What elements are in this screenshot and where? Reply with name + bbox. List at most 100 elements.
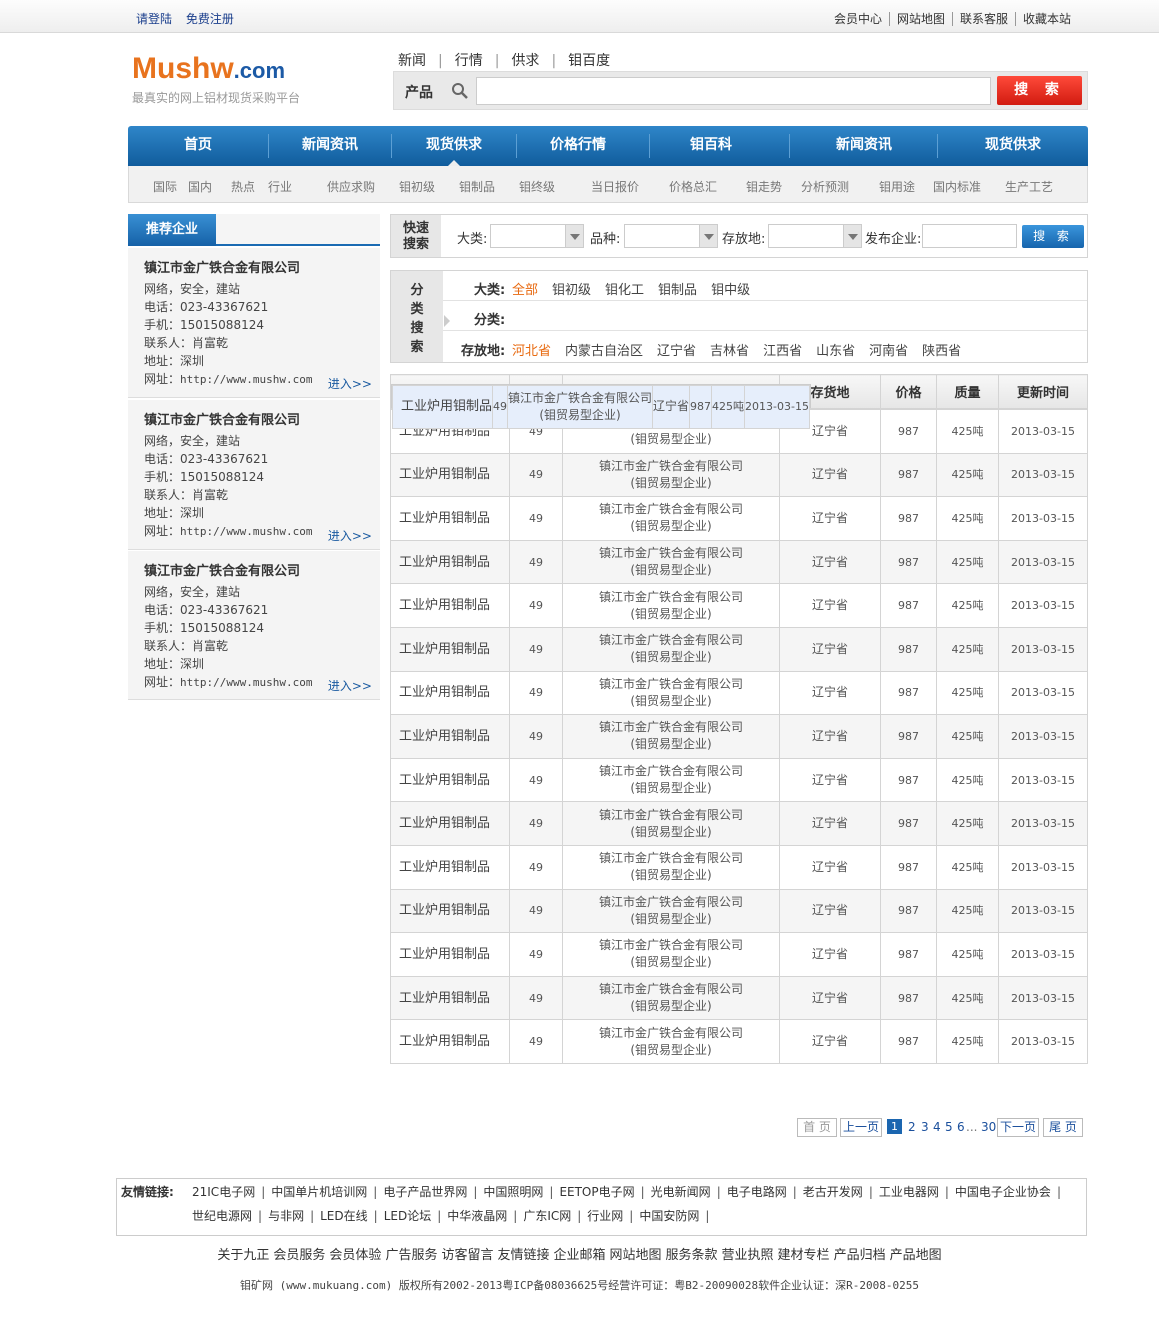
search-button[interactable]: 搜 索 (997, 76, 1082, 105)
search-tab-market[interactable]: 行情 (455, 53, 495, 69)
variety-select[interactable] (624, 224, 718, 248)
company-name[interactable]: 镇江市金广铁合金有限公司 (563, 763, 779, 780)
cell-name[interactable]: 工业炉用钼制品 (390, 932, 510, 977)
friend-link[interactable]: 中国照明网 (477, 1185, 549, 1199)
cell-company[interactable]: 镇江市金广铁合金有限公司(钼贸易型企业) (562, 714, 780, 759)
subnav-item[interactable]: 价格总汇 (669, 178, 717, 195)
cell-name[interactable]: 工业炉用钼制品 (390, 583, 510, 628)
prev-page-button[interactable]: 上一页 (840, 1118, 882, 1137)
nav-item-price[interactable]: 价格行情 (517, 126, 639, 166)
friend-link[interactable]: 工业电器网 (873, 1185, 945, 1199)
table-row[interactable]: 工业炉用钼制品49镇江市金广铁合金有限公司(钼贸易型企业)辽宁省987425吨2… (390, 801, 1088, 846)
major-option[interactable]: 钼初级 (552, 283, 591, 298)
location-option[interactable]: 河南省 (869, 344, 908, 359)
subnav-item[interactable]: 生产工艺 (1005, 178, 1053, 195)
table-row[interactable]: 工业炉用钼制品49镇江市金广铁合金有限公司(钼贸易型企业)辽宁省987425吨2… (390, 452, 1088, 498)
friend-link[interactable]: LED在线 (314, 1209, 374, 1223)
table-row[interactable]: 工业炉用钼制品49镇江市金广铁合金有限公司(钼贸易型企业)辽宁省987425吨2… (390, 888, 1088, 934)
page-link[interactable]: 4 (933, 1120, 941, 1134)
subnav-item[interactable]: 钼走势 (746, 178, 782, 195)
search-tab-news[interactable]: 新闻 (398, 53, 438, 69)
cell-name[interactable]: 工业炉用钼制品 (390, 844, 510, 890)
company-name[interactable]: 镇江市金广铁合金有限公司 (563, 937, 779, 954)
contact-service-link[interactable]: 联系客服 (951, 12, 1015, 26)
first-page-button[interactable]: 首 页 (797, 1118, 837, 1137)
page-link[interactable]: 6 (957, 1120, 965, 1134)
footer-link[interactable]: 会员体验 (329, 1248, 381, 1263)
major-option[interactable]: 钼化工 (605, 283, 644, 298)
footer-link[interactable]: 会员服务 (273, 1248, 325, 1263)
page-link[interactable]: 3 (921, 1120, 929, 1134)
table-row[interactable]: 工业炉用钼制品49镇江市金广铁合金有限公司(钼贸易型企业)辽宁省987425吨2… (390, 844, 1088, 890)
cell-name[interactable]: 工业炉用钼制品 (390, 670, 510, 716)
cell-company[interactable]: 镇江市金广铁合金有限公司(钼贸易型企业) (562, 975, 780, 1021)
nav-item-wiki[interactable]: 钼百科 (650, 126, 772, 166)
friend-link[interactable]: 行业网 (581, 1209, 629, 1223)
category-select[interactable] (490, 224, 584, 248)
nav-item-spot-supply-2[interactable]: 现货供求 (938, 126, 1088, 166)
sitemap-link[interactable]: 网站地图 (888, 12, 952, 26)
cell-company[interactable]: 镇江市金广铁合金有限公司(钼贸易型企业) (507, 384, 654, 430)
subnav-item[interactable]: 热点 (231, 178, 255, 195)
enter-link[interactable]: 进入>> (328, 375, 372, 393)
cell-name[interactable]: 工业炉用钼制品 (390, 496, 510, 541)
cell-company[interactable]: 镇江市金广铁合金有限公司(钼贸易型企业) (562, 626, 780, 672)
company-name[interactable]: 镇江市金广铁合金有限公司 (563, 719, 779, 736)
major-option[interactable]: 全部 (512, 283, 538, 298)
cell-company[interactable]: 镇江市金广铁合金有限公司(钼贸易型企业) (562, 932, 780, 977)
subnav-item[interactable]: 国内 (188, 178, 212, 195)
cell-company[interactable]: 镇江市金广铁合金有限公司(钼贸易型企业) (562, 670, 780, 716)
friend-link[interactable]: 光电新闻网 (645, 1185, 717, 1199)
company-name[interactable]: 镇江市金广铁合金有限公司 (563, 850, 779, 867)
company-name[interactable]: 镇江市金广铁合金有限公司 (144, 260, 380, 278)
footer-link[interactable]: 企业邮箱 (553, 1248, 605, 1263)
cell-company[interactable]: 镇江市金广铁合金有限公司(钼贸易型企业) (562, 583, 780, 628)
subnav-item[interactable]: 国际 (153, 178, 177, 195)
company-name[interactable]: 镇江市金广铁合金有限公司 (563, 981, 779, 998)
cell-name[interactable]: 工业炉用钼制品 (390, 757, 510, 803)
footer-link[interactable]: 广告服务 (385, 1248, 437, 1263)
footer-link[interactable]: 服务条款 (666, 1248, 718, 1263)
friend-link[interactable]: 中国安防网 (633, 1209, 705, 1223)
search-tab-supply[interactable]: 供求 (511, 53, 551, 69)
bookmark-link[interactable]: 收藏本站 (1014, 12, 1078, 26)
cell-name[interactable]: 工业炉用钼制品 (390, 975, 510, 1021)
cell-company[interactable]: 镇江市金广铁合金有限公司(钼贸易型企业) (562, 539, 780, 585)
friend-link[interactable]: LED论坛 (378, 1209, 438, 1223)
company-name[interactable]: 镇江市金广铁合金有限公司 (508, 390, 652, 407)
site-logo[interactable]: Mushw.com 最真实的网上铝材现货采购平台 (132, 54, 300, 106)
subnav-item[interactable]: 分析预测 (801, 178, 849, 195)
quick-search-button[interactable]: 搜 索 (1022, 225, 1084, 248)
cell-name[interactable]: 工业炉用钼制品 (390, 626, 510, 672)
register-link[interactable]: 免费注册 (186, 12, 234, 26)
footer-link[interactable]: 关于九正 (217, 1248, 269, 1263)
cell-name[interactable]: 工业炉用钼制品 (390, 888, 510, 934)
cell-company[interactable]: 镇江市金广铁合金有限公司(钼贸易型企业) (562, 888, 780, 934)
company-name[interactable]: 镇江市金广铁合金有限公司 (563, 1025, 779, 1042)
nav-item-spot-supply[interactable]: 现货供求 (392, 126, 516, 166)
subnav-item[interactable]: 钼制品 (459, 178, 495, 195)
table-row[interactable]: 工业炉用钼制品49镇江市金广铁合金有限公司(钼贸易型企业)辽宁省987425吨2… (390, 626, 1088, 672)
subnav-item[interactable]: 钼用途 (879, 178, 915, 195)
location-select[interactable] (768, 224, 862, 248)
company-name[interactable]: 镇江市金广铁合金有限公司 (563, 458, 779, 475)
footer-link[interactable]: 网站地图 (610, 1248, 662, 1263)
page-current[interactable]: 1 (887, 1119, 902, 1134)
cell-name[interactable]: 工业炉用钼制品 (390, 1019, 510, 1064)
company-name[interactable]: 镇江市金广铁合金有限公司 (563, 589, 779, 606)
table-row[interactable]: 工业炉用钼制品49镇江市金广铁合金有限公司(钼贸易型企业)辽宁省987425吨2… (390, 539, 1088, 585)
cell-name[interactable]: 工业炉用钼制品 (390, 801, 510, 846)
cell-company[interactable]: 镇江市金广铁合金有限公司(钼贸易型企业) (562, 801, 780, 846)
search-category-label[interactable]: 产品 (405, 82, 433, 102)
friend-link[interactable]: 21IC电子网 (186, 1185, 261, 1199)
table-row[interactable]: 工业炉用钼制品49镇江市金广铁合金有限公司(钼贸易型企业)辽宁省987425吨2… (390, 975, 1088, 1021)
table-row[interactable]: 工业炉用钼制品49镇江市金广铁合金有限公司(钼贸易型企业)辽宁省987425吨2… (390, 932, 1088, 977)
company-name[interactable]: 镇江市金广铁合金有限公司 (144, 563, 380, 581)
table-row[interactable]: 工业炉用钼制品49镇江市金广铁合金有限公司(钼贸易型企业)辽宁省987425吨2… (390, 714, 1088, 759)
footer-link[interactable]: 友情链接 (497, 1248, 549, 1263)
footer-link[interactable]: 访客留言 (441, 1248, 493, 1263)
cell-name[interactable]: 工业炉用钼制品 (390, 714, 510, 759)
cell-company[interactable]: 镇江市金广铁合金有限公司(钼贸易型企业) (562, 1019, 780, 1064)
company-name[interactable]: 镇江市金广铁合金有限公司 (563, 676, 779, 693)
company-name[interactable]: 镇江市金广铁合金有限公司 (563, 545, 779, 562)
